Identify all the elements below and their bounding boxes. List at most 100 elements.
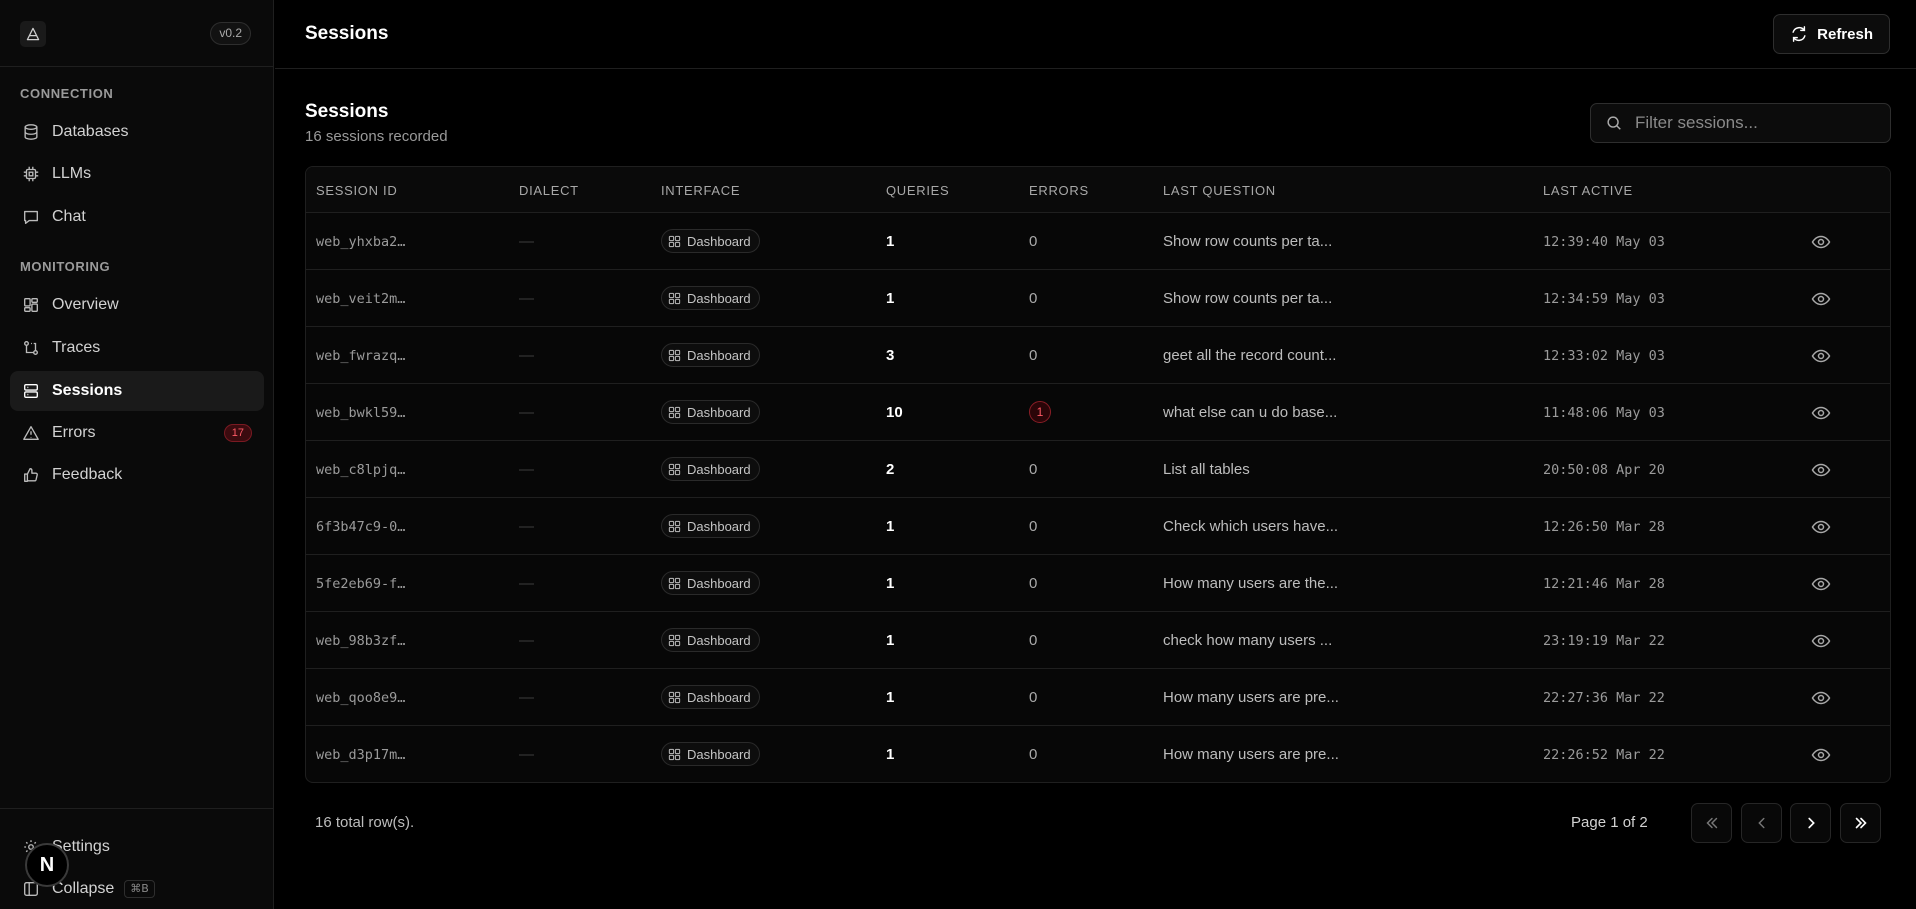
error-count: 0: [1029, 233, 1038, 250]
dialect-value: —: [519, 290, 534, 307]
table-row[interactable]: web_qoo8e9… — Dashboard 1 0 How many users ar…: [306, 669, 1890, 726]
column-header-dialect[interactable]: DIALECT: [519, 183, 579, 198]
column-header-queries[interactable]: QUERIES: [886, 183, 949, 198]
view-session-eye-icon[interactable]: [1811, 574, 1831, 594]
sidebar-item-label: Traces: [52, 339, 101, 356]
next-page-button[interactable]: [1790, 803, 1831, 843]
sidebar-item-llms[interactable]: LLMs: [10, 154, 264, 194]
table-row[interactable]: web_c8lpjq… — Dashboard 2 0 List all tables 20…: [306, 441, 1890, 498]
session-id[interactable]: web_yhxba2…: [316, 234, 405, 250]
column-header-last-question[interactable]: LAST QUESTION: [1163, 183, 1276, 198]
refresh-icon: [1792, 26, 1806, 42]
sidebar-header: v0.2: [0, 0, 273, 67]
table-row[interactable]: 6f3b47c9-0… — Dashboard 1 0 Check which users…: [306, 498, 1890, 555]
session-id[interactable]: web_bwkl59…: [316, 405, 405, 421]
dashboard-icon: [668, 634, 681, 646]
first-page-button[interactable]: [1691, 803, 1732, 843]
session-id[interactable]: web_qoo8e9…: [316, 690, 405, 706]
previous-page-button[interactable]: [1741, 803, 1782, 843]
chat-icon: [24, 210, 38, 224]
view-session-eye-icon[interactable]: [1811, 346, 1831, 366]
sidebar-item-traces[interactable]: Traces: [10, 328, 264, 368]
last-question: what else can u do base...: [1163, 404, 1338, 421]
page-title: Sessions: [305, 23, 389, 44]
dashboard-icon: [668, 406, 681, 418]
last-question: Check which users have...: [1163, 518, 1339, 535]
errors-count-badge: 17: [223, 424, 252, 442]
dashboard-icon: [668, 577, 681, 589]
last-active: 12:39:40 May 03: [1543, 234, 1665, 250]
dialect-value: —: [519, 632, 534, 649]
view-session-eye-icon[interactable]: [1811, 460, 1831, 480]
sidebar-item-databases[interactable]: Databases: [10, 112, 264, 152]
session-id[interactable]: web_veit2m…: [316, 291, 405, 307]
dashboard-icon: [668, 748, 681, 760]
error-count: 0: [1029, 632, 1038, 649]
last-active: 22:27:36 Mar 22: [1543, 690, 1665, 706]
error-count: 0: [1029, 689, 1038, 706]
column-header-session-id[interactable]: SESSION ID: [316, 183, 397, 198]
dashboard-icon: [24, 298, 38, 312]
view-session-eye-icon[interactable]: [1811, 631, 1831, 651]
table-row[interactable]: 5fe2eb69-f… — Dashboard 1 0 How many users ar…: [306, 555, 1890, 612]
collapse-shortcut: ⌘B: [124, 880, 155, 898]
sessions-table: SESSION ID DIALECT INTERFACE QUERIES ERR…: [305, 166, 1891, 783]
view-session-eye-icon[interactable]: [1811, 745, 1831, 765]
refresh-button[interactable]: Refresh: [1773, 14, 1890, 54]
filter-sessions-input[interactable]: [1635, 113, 1875, 133]
session-id[interactable]: 5fe2eb69-f…: [316, 576, 405, 592]
table-row[interactable]: web_bwkl59… — Dashboard 10 1 what else can u …: [306, 384, 1890, 441]
interface-label: Dashboard: [687, 347, 751, 363]
last-question: geet all the record count...: [1163, 347, 1337, 364]
last-active: 20:50:08 Apr 20: [1543, 462, 1665, 478]
sidebar-item-feedback[interactable]: Feedback: [10, 455, 264, 495]
view-session-eye-icon[interactable]: [1811, 517, 1831, 537]
avatar[interactable]: N: [25, 843, 69, 887]
interface-badge: Dashboard: [661, 400, 760, 424]
view-session-eye-icon[interactable]: [1811, 232, 1831, 252]
view-session-eye-icon[interactable]: [1811, 688, 1831, 708]
dialect-value: —: [519, 575, 534, 592]
session-id[interactable]: web_c8lpjq…: [316, 462, 405, 478]
last-question: Show row counts per ta...: [1163, 233, 1333, 250]
column-header-interface[interactable]: INTERFACE: [661, 183, 740, 198]
column-header-last-active[interactable]: LAST ACTIVE: [1543, 183, 1633, 198]
dialect-value: —: [519, 518, 534, 535]
table-row[interactable]: web_fwrazq… — Dashboard 3 0 geet all the reco…: [306, 327, 1890, 384]
session-id[interactable]: web_d3p17m…: [316, 747, 405, 763]
last-question: Show row counts per ta...: [1163, 290, 1333, 307]
sidebar-item-label: Feedback: [52, 466, 123, 483]
dialect-value: —: [519, 233, 534, 250]
query-count: 1: [886, 746, 895, 763]
table-row[interactable]: web_veit2m… — Dashboard 1 0 Show row counts p…: [306, 270, 1890, 327]
sidebar-item-overview[interactable]: Overview: [10, 285, 264, 325]
view-session-eye-icon[interactable]: [1811, 403, 1831, 423]
sidebar-item-chat[interactable]: Chat: [10, 197, 264, 237]
filter-field[interactable]: [1590, 103, 1891, 143]
last-question: How many users are pre...: [1163, 689, 1339, 706]
thumbs-up-icon: [24, 468, 38, 482]
version-badge: v0.2: [210, 22, 251, 45]
sidebar-item-label: Collapse: [52, 880, 115, 897]
table-header: SESSION ID DIALECT INTERFACE QUERIES ERR…: [306, 167, 1890, 213]
sidebar-item-label: Overview: [52, 296, 119, 313]
table-row[interactable]: web_d3p17m… — Dashboard 1 0 How many users ar…: [306, 726, 1890, 782]
view-session-eye-icon[interactable]: [1811, 289, 1831, 309]
sidebar-item-errors[interactable]: Errors 17: [10, 413, 264, 453]
interface-label: Dashboard: [687, 746, 751, 762]
sidebar-item-sessions[interactable]: Sessions: [10, 371, 264, 411]
last-page-button[interactable]: [1840, 803, 1881, 843]
cpu-icon: [23, 166, 39, 182]
app-logo-icon[interactable]: [20, 21, 46, 47]
session-id[interactable]: web_fwrazq…: [316, 348, 405, 364]
interface-label: Dashboard: [687, 404, 751, 420]
session-id[interactable]: 6f3b47c9-0…: [316, 519, 405, 535]
table-row[interactable]: web_yhxba2… — Dashboard 1 0 Show row counts p…: [306, 213, 1890, 270]
interface-badge: Dashboard: [661, 628, 760, 652]
table-row[interactable]: web_98b3zf… — Dashboard 1 0 check how many us…: [306, 612, 1890, 669]
dashboard-icon: [668, 463, 681, 475]
column-header-errors[interactable]: ERRORS: [1029, 183, 1089, 198]
query-count: 2: [886, 461, 895, 478]
session-id[interactable]: web_98b3zf…: [316, 633, 405, 649]
interface-label: Dashboard: [687, 233, 751, 249]
